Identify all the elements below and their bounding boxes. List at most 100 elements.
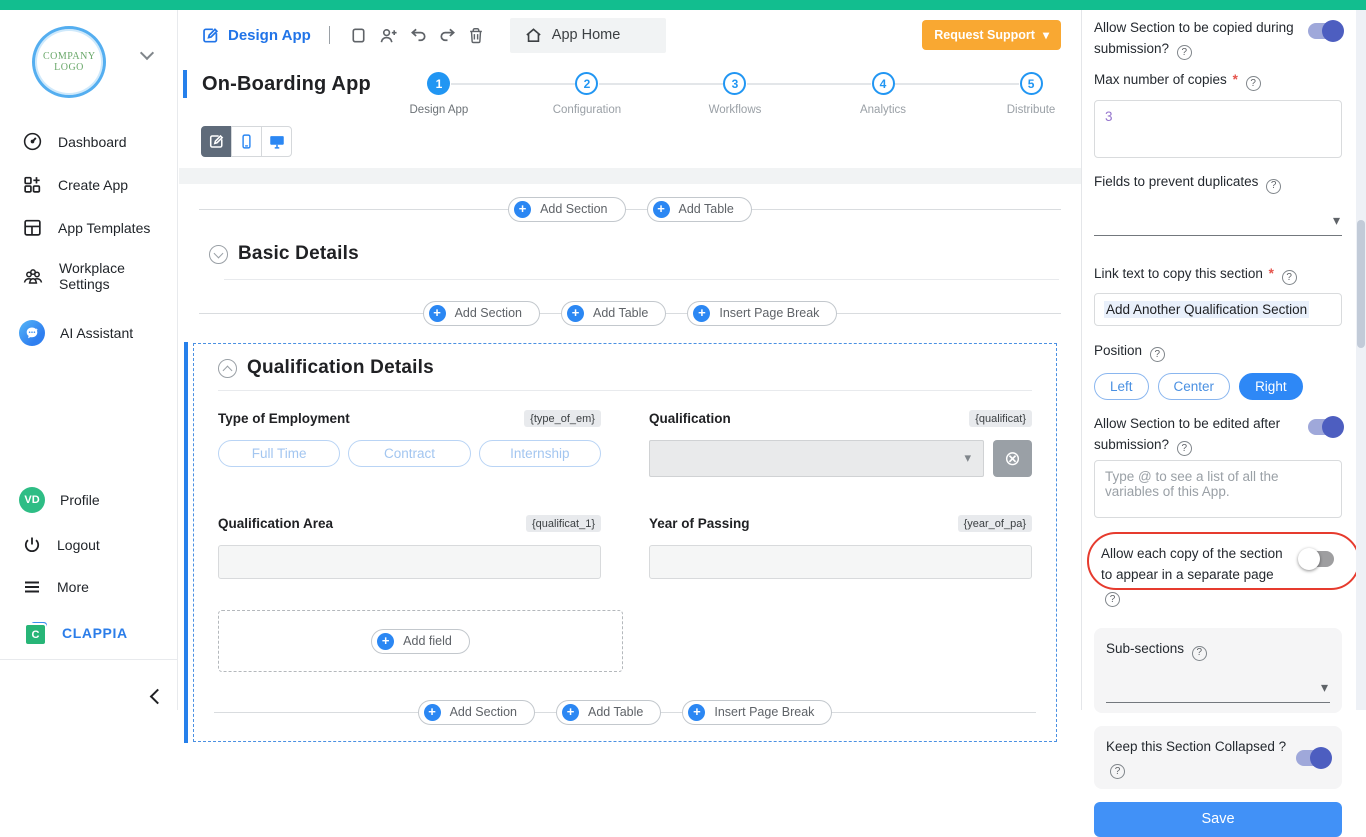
form-canvas: Add Section Add Table Basic Details Add … — [179, 196, 1081, 717]
help-icon[interactable] — [1110, 764, 1125, 779]
position-right-button[interactable]: Right — [1239, 373, 1303, 400]
help-icon[interactable] — [1177, 441, 1192, 456]
step-workflows[interactable]: 3 Workflows — [723, 72, 747, 116]
separate-page-toggle[interactable] — [1300, 551, 1334, 567]
clear-selection-button[interactable] — [993, 440, 1032, 477]
help-icon[interactable] — [1192, 646, 1207, 661]
caret-down-icon — [1043, 28, 1049, 42]
panel-scrollbar[interactable] — [1356, 10, 1366, 710]
step-label: Configuration — [553, 104, 621, 116]
option-full-time[interactable]: Full Time — [218, 440, 340, 467]
help-icon[interactable] — [1105, 592, 1120, 607]
qualification-header[interactable]: Qualification Details — [218, 357, 1032, 379]
prevent-duplicates-dropdown[interactable] — [1094, 198, 1342, 236]
insert-row-bottom: Add Section Add Table Insert Page Break — [214, 699, 1036, 725]
section-basic-details[interactable]: Basic Details — [209, 243, 1081, 265]
insert-page-break-button[interactable]: Insert Page Break — [687, 301, 837, 326]
sidebar-item-create-app[interactable]: Create App — [0, 163, 177, 206]
link-text-input[interactable]: Add Another Qualification Section — [1094, 293, 1342, 326]
field-qualification[interactable]: Qualification {qualificat} — [649, 410, 1032, 477]
field-label: Qualification — [649, 411, 731, 426]
step-configuration[interactable]: 2 Configuration — [575, 72, 599, 116]
request-support-button[interactable]: Request Support — [922, 20, 1061, 50]
chevron-down-icon[interactable] — [140, 46, 154, 60]
sidebar-item-label: Profile — [60, 492, 100, 508]
year-of-passing-input[interactable] — [649, 545, 1032, 579]
mobile-icon — [238, 133, 255, 150]
add-section-button[interactable]: Add Section — [508, 197, 625, 222]
save-button[interactable]: Save — [1094, 802, 1342, 837]
sidebar-item-profile[interactable]: VD Profile — [0, 476, 178, 524]
add-section-button[interactable]: Add Section — [423, 301, 540, 326]
sub-sections-dropdown[interactable] — [1106, 665, 1330, 703]
field-label: Type of Employment — [218, 411, 350, 426]
edit-square-icon — [201, 26, 220, 45]
design-app-button[interactable]: Design App — [201, 26, 311, 45]
position-left-button[interactable]: Left — [1094, 373, 1149, 400]
setting-max-copies: Max number of copies * 3 — [1094, 70, 1342, 163]
copy-during-submission-toggle[interactable] — [1308, 23, 1342, 39]
mobile-view-button[interactable] — [231, 126, 262, 157]
add-table-button[interactable]: Add Table — [556, 700, 661, 725]
help-icon[interactable] — [1177, 45, 1192, 60]
insert-row-middle: Add Section Add Table Insert Page Break — [199, 300, 1061, 326]
collapse-sidebar-icon[interactable] — [150, 689, 166, 705]
sidebar-item-more[interactable]: More — [0, 566, 178, 608]
edit-after-submission-toggle[interactable] — [1308, 419, 1342, 435]
add-table-button[interactable]: Add Table — [647, 197, 752, 222]
field-label: Year of Passing — [649, 516, 750, 531]
variables-hint-textarea[interactable] — [1094, 460, 1342, 518]
position-center-button[interactable]: Center — [1158, 373, 1231, 400]
undo-icon[interactable] — [409, 26, 428, 45]
qualification-dropdown[interactable] — [649, 440, 984, 477]
field-type-of-employment[interactable]: Type of Employment {type_of_em} Full Tim… — [218, 410, 601, 477]
insert-page-break-button[interactable]: Insert Page Break — [682, 700, 832, 725]
sidebar-item-workplace-settings[interactable]: Workplace Settings — [0, 249, 177, 303]
redo-icon[interactable] — [438, 26, 457, 45]
desktop-icon — [268, 133, 286, 151]
field-qualification-area[interactable]: Qualification Area {qualificat_1} — [218, 515, 601, 579]
main-area: Design App App Home Request Support — [179, 10, 1081, 710]
section-qualification-details[interactable]: Qualification Details Type of Employment… — [193, 343, 1057, 742]
help-icon[interactable] — [1266, 179, 1281, 194]
step-analytics[interactable]: 4 Analytics — [871, 72, 895, 116]
keep-collapsed-toggle[interactable] — [1296, 750, 1330, 766]
setting-label: Sub-sections — [1106, 641, 1184, 656]
qualification-area-input[interactable] — [218, 545, 601, 579]
copy-icon[interactable] — [349, 26, 368, 45]
sidebar-item-app-templates[interactable]: App Templates — [0, 206, 177, 249]
delete-icon[interactable] — [467, 26, 485, 45]
add-table-button[interactable]: Add Table — [561, 301, 666, 326]
option-contract[interactable]: Contract — [348, 440, 470, 467]
clappia-brand[interactable]: CLAPPIA — [0, 608, 178, 658]
design-app-label: Design App — [228, 27, 311, 44]
field-year-of-passing[interactable]: Year of Passing {year_of_pa} — [649, 515, 1032, 579]
plus-icon — [424, 704, 441, 721]
request-support-label: Request Support — [934, 28, 1035, 42]
add-field-label: Add field — [403, 634, 452, 648]
add-section-button[interactable]: Add Section — [418, 700, 535, 725]
option-internship[interactable]: Internship — [479, 440, 601, 467]
step-distribute[interactable]: 5 Distribute — [1019, 72, 1043, 116]
top-accent-strip — [0, 0, 1366, 10]
help-icon[interactable] — [1150, 347, 1165, 362]
step-design-app[interactable]: 1 Design App — [427, 72, 451, 116]
help-icon[interactable] — [1282, 270, 1297, 285]
help-icon[interactable] — [1246, 76, 1261, 91]
chevron-down-circle-icon[interactable] — [209, 245, 228, 264]
step-connector — [599, 83, 723, 85]
sidebar-item-ai-assistant[interactable]: AI Assistant — [0, 309, 177, 357]
app-home-tab[interactable]: App Home — [510, 18, 667, 53]
sidebar-item-logout[interactable]: Logout — [0, 524, 178, 566]
add-user-icon[interactable] — [378, 26, 399, 45]
desktop-view-button[interactable] — [261, 126, 292, 157]
scrollbar-thumb[interactable] — [1357, 220, 1365, 348]
step-number: 2 — [575, 72, 598, 95]
chevron-up-circle-icon[interactable] — [218, 359, 237, 378]
add-field-button[interactable]: Add field — [371, 629, 470, 654]
sidebar-item-dashboard[interactable]: Dashboard — [0, 120, 177, 163]
edit-view-button[interactable] — [201, 126, 232, 157]
step-number: 3 — [723, 72, 746, 95]
section-divider — [218, 390, 1032, 391]
max-copies-input[interactable]: 3 — [1094, 100, 1342, 158]
